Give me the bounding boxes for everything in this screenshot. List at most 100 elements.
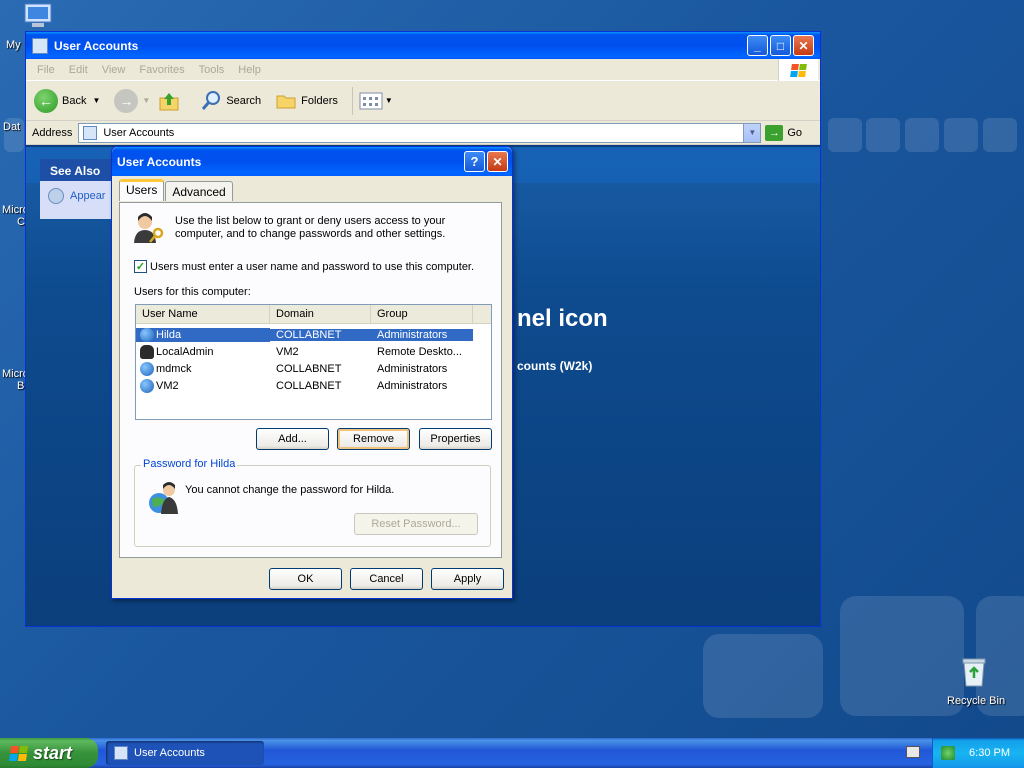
dialog-titlebar[interactable]: User Accounts ? ✕ xyxy=(112,147,512,176)
recycle-bin-icon[interactable] xyxy=(956,656,992,691)
menu-help[interactable]: Help xyxy=(231,64,268,76)
see-also-header[interactable]: See Also xyxy=(40,159,120,181)
table-row[interactable]: Hilda COLLABNET Administrators xyxy=(136,326,491,343)
search-button[interactable]: Search xyxy=(200,90,261,112)
add-user-button[interactable]: Add... xyxy=(256,428,329,450)
explorer-titlebar[interactable]: User Accounts _ □ ✕ xyxy=(26,32,820,59)
keyboard-icon[interactable] xyxy=(906,746,920,758)
tab-users[interactable]: Users xyxy=(119,179,165,201)
content-subheading: counts (W2k) xyxy=(517,359,593,373)
back-dropdown-icon[interactable]: ▼ xyxy=(92,96,100,105)
decor-tile xyxy=(828,118,862,152)
user-accounts-dialog: User Accounts ? ✕ Users Advanced Use the… xyxy=(111,146,513,599)
folders-button[interactable]: Folders xyxy=(275,91,338,111)
properties-button[interactable]: Properties xyxy=(419,428,492,450)
content-heading: nel icon xyxy=(517,305,608,332)
menu-favorites[interactable]: Favorites xyxy=(132,64,191,76)
table-row[interactable]: LocalAdmin VM2 Remote Deskto... xyxy=(136,343,491,360)
user-domain: COLLABNET xyxy=(276,379,342,392)
user-globe-large-icon xyxy=(149,482,178,514)
menu-tools[interactable]: Tools xyxy=(192,64,232,76)
remove-user-button[interactable]: Remove xyxy=(337,428,410,450)
views-button[interactable]: ▼ xyxy=(359,92,393,110)
users-keys-icon xyxy=(134,213,164,243)
my-computer-icon[interactable] xyxy=(20,2,56,33)
see-also-appearance-label: Appear xyxy=(70,190,106,202)
go-label: Go xyxy=(787,126,802,139)
taskbar-item-user-accounts[interactable]: User Accounts xyxy=(106,741,264,765)
user-icon xyxy=(140,344,154,359)
dialog-title: User Accounts xyxy=(117,154,202,169)
user-accounts-icon xyxy=(83,125,98,140)
tab-advanced[interactable]: Advanced xyxy=(165,181,233,201)
user-domain: VM2 xyxy=(276,345,299,358)
go-button[interactable]: → Go xyxy=(765,124,802,141)
user-name: LocalAdmin xyxy=(156,345,214,358)
decor-tile xyxy=(703,634,823,718)
clock[interactable]: 6:30 PM xyxy=(969,747,1010,759)
reset-password-button[interactable]: Reset Password... xyxy=(354,513,478,535)
decor-tile xyxy=(983,118,1017,152)
help-button[interactable]: ? xyxy=(464,151,485,172)
column-user-name[interactable]: User Name xyxy=(136,305,270,323)
folders-icon xyxy=(276,95,296,108)
ok-button[interactable]: OK xyxy=(269,568,342,590)
menu-view[interactable]: View xyxy=(95,64,133,76)
decor-tile xyxy=(944,118,978,152)
desktop-icon-label-b[interactable]: B xyxy=(17,380,24,392)
require-login-label[interactable]: Users must enter a user name and passwor… xyxy=(150,261,474,273)
address-bar: Address User Accounts ▼ → Go xyxy=(26,121,820,145)
column-domain[interactable]: Domain xyxy=(270,305,371,323)
windows-logo-icon xyxy=(778,59,818,81)
start-label: start xyxy=(33,742,73,763)
dialog-close-button[interactable]: ✕ xyxy=(487,151,508,172)
user-name: mdmck xyxy=(156,362,192,375)
table-row[interactable]: VM2 COLLABNET Administrators xyxy=(136,377,491,394)
go-arrow-icon: → xyxy=(765,124,784,141)
system-tray: 6:30 PM xyxy=(932,738,1024,768)
desktop-icon-label-c[interactable]: C xyxy=(17,216,25,228)
user-globe-icon xyxy=(140,378,154,393)
decor-tile xyxy=(840,596,964,716)
desktop-icon-label-dat[interactable]: Dat xyxy=(3,121,20,133)
apply-button[interactable]: Apply xyxy=(431,568,504,590)
network-icon[interactable] xyxy=(941,746,956,760)
intro-text: Use the list below to grant or deny user… xyxy=(175,215,446,240)
user-globe-icon xyxy=(140,361,154,376)
user-domain: COLLABNET xyxy=(276,362,342,375)
user-group: Administrators xyxy=(377,362,448,375)
maximize-button[interactable]: □ xyxy=(770,35,791,56)
back-arrow-icon: ← xyxy=(34,88,58,113)
address-label: Address xyxy=(32,126,73,139)
column-group[interactable]: Group xyxy=(371,305,473,323)
recycle-bin-label[interactable]: Recycle Bin xyxy=(947,695,1005,707)
require-login-checkbox[interactable]: ✓ xyxy=(134,260,147,273)
address-field[interactable]: User Accounts ▼ xyxy=(78,122,762,143)
password-group-title: Password for Hilda xyxy=(141,458,238,470)
decor-tile xyxy=(866,118,900,152)
see-also-panel: See Also Appear xyxy=(40,159,120,219)
menu-edit[interactable]: Edit xyxy=(62,64,95,76)
users-listview[interactable]: User Name Domain Group Hilda COLLABNET A… xyxy=(135,304,492,420)
user-group: Administrators xyxy=(377,379,448,392)
minimize-button[interactable]: _ xyxy=(747,35,768,56)
user-domain: COLLABNET xyxy=(270,328,371,341)
cancel-button[interactable]: Cancel xyxy=(350,568,423,590)
back-button[interactable]: ← Back ▼ xyxy=(34,88,100,113)
search-icon xyxy=(202,90,221,110)
up-button[interactable] xyxy=(158,90,180,112)
users-tab-panel: Use the list below to grant or deny user… xyxy=(119,202,502,558)
forward-button[interactable]: → ▼ xyxy=(114,88,151,113)
close-button[interactable]: ✕ xyxy=(793,35,814,56)
forward-dropdown-icon: ▼ xyxy=(142,96,151,105)
require-login-option[interactable]: ✓ Users must enter a user name and passw… xyxy=(134,260,474,273)
user-group: Administrators xyxy=(371,328,473,341)
menu-file[interactable]: File xyxy=(30,64,62,76)
users-list-label: Users for this computer: xyxy=(134,286,251,298)
address-dropdown-icon[interactable]: ▼ xyxy=(743,123,761,142)
table-row[interactable]: mdmck COLLABNET Administrators xyxy=(136,360,491,377)
see-also-appearance-link[interactable]: Appear xyxy=(40,181,120,211)
start-button[interactable]: start xyxy=(0,738,98,768)
windows-logo-icon xyxy=(8,745,29,761)
my-computer-label[interactable]: My xyxy=(6,39,21,51)
